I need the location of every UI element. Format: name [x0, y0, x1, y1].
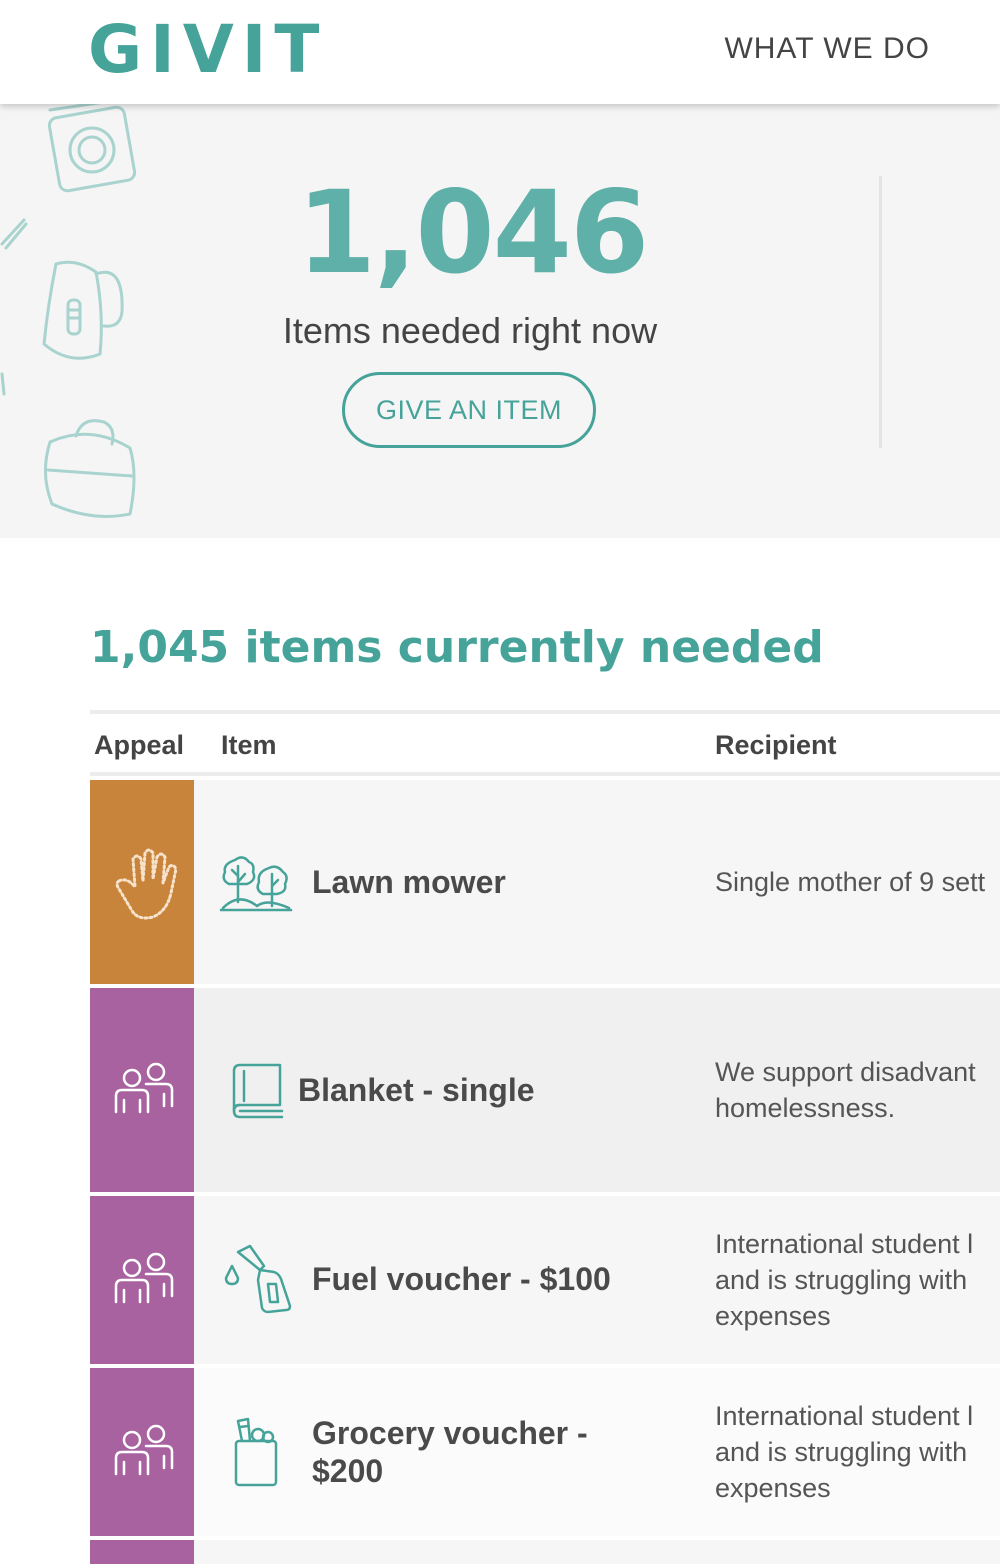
recipient-line: and is struggling with — [715, 1437, 968, 1467]
recipient-line: International student l — [715, 1401, 974, 1431]
column-header-appeal[interactable]: Appeal — [94, 730, 184, 761]
appeal-cell[interactable] — [90, 1368, 194, 1536]
decorative-item-doodles — [0, 104, 137, 518]
items-needed-count: 1,046 — [296, 166, 650, 299]
table-row[interactable]: Lawn mower Single mother of 9 sett — [90, 780, 1000, 984]
item-name[interactable]: Grocery voucher - $200 — [312, 1414, 588, 1490]
column-header-item[interactable]: Item — [221, 730, 277, 761]
recipient-text: International student l and is strugglin… — [715, 1226, 973, 1334]
hand-icon — [115, 848, 178, 920]
recipient-line: International student l — [715, 1229, 974, 1259]
item-name-line: $200 — [312, 1453, 384, 1489]
grocery-bag-icon — [234, 1417, 278, 1487]
appeal-cell[interactable] — [90, 780, 194, 984]
people-icon — [114, 1252, 174, 1304]
items-list-heading: 1,045 items currently needed — [90, 622, 824, 673]
item-name[interactable]: Lawn mower — [312, 863, 506, 901]
recipient-line: and is struggling with — [715, 1265, 968, 1295]
hero-banner: 1,046 Items needed right now GIVE AN ITE… — [0, 104, 1000, 538]
recipient-line: We support disadvant — [715, 1057, 976, 1087]
logo-text: GIVIT — [88, 10, 328, 88]
items-needed-label: Items needed right now — [282, 310, 658, 351]
people-icon — [114, 1424, 174, 1476]
table-row[interactable] — [90, 1540, 1000, 1564]
item-icon — [218, 1058, 294, 1124]
table-row[interactable]: Grocery voucher - $200 International stu… — [90, 1368, 1000, 1536]
hero-divider — [879, 176, 882, 448]
item-icon — [218, 1244, 294, 1314]
appeal-cell[interactable] — [90, 1196, 194, 1364]
item-name[interactable]: Fuel voucher - $100 — [312, 1260, 611, 1298]
table-row[interactable]: Fuel voucher - $100 International studen… — [90, 1196, 1000, 1364]
give-an-item-button[interactable]: GIVE AN ITEM — [342, 372, 596, 448]
items-table: Appeal Item Recipient Lawn mower Single … — [90, 710, 1000, 1564]
table-header: Appeal Item Recipient — [90, 710, 1000, 776]
item-name[interactable]: Blanket - single — [298, 1071, 535, 1109]
recipient-text: We support disadvant homelessness. — [715, 1054, 976, 1126]
item-icon — [218, 1417, 294, 1487]
appeal-cell[interactable] — [90, 1540, 194, 1564]
recipient-text: Single mother of 9 sett — [715, 864, 985, 900]
recipient-line: expenses — [715, 1473, 831, 1503]
item-name-line: Grocery voucher - — [312, 1415, 588, 1451]
givit-logo[interactable]: GIVIT — [88, 11, 327, 88]
trees-icon — [219, 856, 293, 912]
column-header-recipient[interactable]: Recipient — [715, 730, 837, 761]
fuel-icon — [224, 1244, 292, 1314]
people-icon — [114, 1062, 174, 1114]
site-header: GIVIT WHAT WE DO — [0, 0, 1000, 104]
nav-what-we-do[interactable]: WHAT WE DO — [724, 32, 930, 66]
blanket-icon — [232, 1063, 284, 1119]
table-row[interactable]: Blanket - single We support disadvant ho… — [90, 988, 1000, 1192]
item-icon — [218, 850, 294, 916]
recipient-line: homelessness. — [715, 1093, 896, 1123]
recipient-line: Single mother of 9 sett — [715, 867, 986, 897]
recipient-line: expenses — [715, 1301, 831, 1331]
recipient-text: International student l and is strugglin… — [715, 1398, 973, 1506]
appeal-cell[interactable] — [90, 988, 194, 1192]
